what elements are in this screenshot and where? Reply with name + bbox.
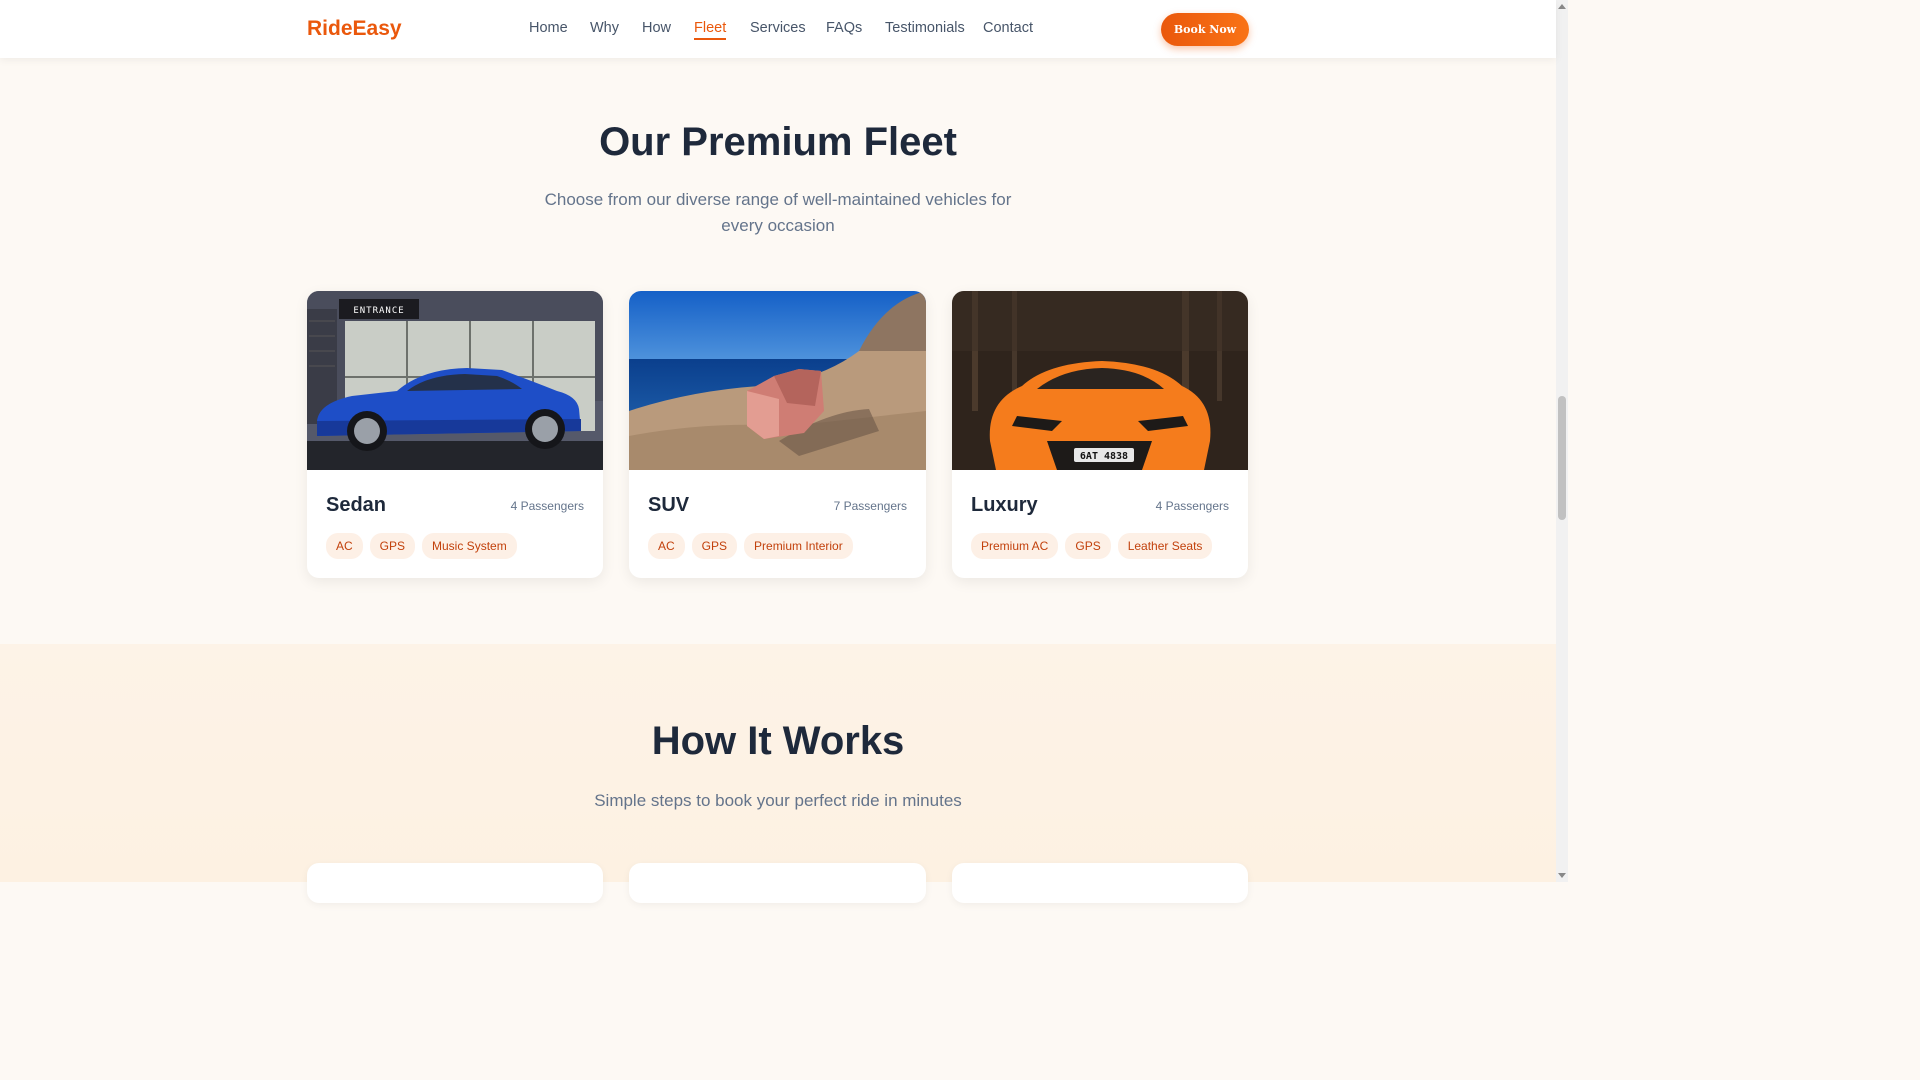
- passenger-count: 4 Passengers: [1155, 499, 1229, 513]
- sedan-card-body: Sedan 4 Passengers AC GPS Music System: [307, 470, 603, 578]
- vehicle-name: Sedan: [326, 494, 387, 516]
- how-subtitle: Simple steps to book your perfect ride i…: [594, 791, 962, 810]
- passenger-count: 4 Passengers: [510, 499, 584, 513]
- entrance-sign-text: ENTRANCE: [353, 306, 404, 316]
- blue-sedan-photo: ENTRANCE: [307, 291, 603, 470]
- feature-tag: AC: [648, 533, 685, 559]
- step-card: [952, 863, 1248, 903]
- navbar: RideEasy Home Why How Fleet Services FAQ…: [0, 0, 1556, 58]
- feature-tags: Premium AC GPS Leather Seats: [971, 533, 1213, 559]
- step-card: [307, 863, 603, 903]
- fleet-card-sedan[interactable]: ENTRANCE Sedan 4 Passengers AC GPS Music…: [307, 291, 603, 578]
- feature-tag: AC: [326, 533, 363, 559]
- armchair-by-sea-photo: [629, 291, 926, 470]
- nav-link-testimonials[interactable]: Testimonials: [885, 20, 965, 36]
- scroll-up-icon[interactable]: [1558, 4, 1566, 9]
- passenger-count: 7 Passengers: [833, 499, 907, 513]
- nav-link-services[interactable]: Services: [750, 20, 806, 36]
- feature-tag: Music System: [422, 533, 517, 559]
- fleet-card-suv[interactable]: SUV 7 Passengers AC GPS Premium Interior: [629, 291, 926, 578]
- feature-tags: AC GPS Premium Interior: [648, 533, 853, 559]
- suv-card-body: SUV 7 Passengers AC GPS Premium Interior: [629, 470, 926, 578]
- luxury-image: 6AT 4838: [952, 291, 1248, 470]
- feature-tag: Leather Seats: [1117, 533, 1213, 559]
- fleet-section: Our Premium Fleet Choose from our divers…: [0, 58, 1556, 644]
- nav-link-contact[interactable]: Contact: [983, 20, 1033, 36]
- how-title: How It Works: [651, 719, 905, 763]
- nav-link-faqs[interactable]: FAQs: [826, 20, 862, 36]
- feature-tags: AC GPS Music System: [326, 533, 517, 559]
- nav-link-home[interactable]: Home: [529, 20, 568, 36]
- feature-tag: Premium AC: [971, 533, 1059, 559]
- fleet-title: Our Premium Fleet: [599, 120, 957, 164]
- vehicle-name: Luxury: [971, 494, 1038, 516]
- nav-link-why[interactable]: Why: [590, 20, 619, 36]
- step-card: [629, 863, 926, 903]
- feature-tag: GPS: [369, 533, 416, 559]
- license-plate-text: 6AT 4838: [1080, 451, 1128, 462]
- scroll-thumb[interactable]: [1558, 396, 1566, 520]
- feature-tag: Premium Interior: [744, 533, 853, 559]
- feature-tag: GPS: [691, 533, 738, 559]
- nav-link-fleet[interactable]: Fleet: [694, 20, 727, 40]
- orange-sports-car-photo: 6AT 4838: [952, 291, 1248, 470]
- scroll-down-icon[interactable]: [1558, 873, 1566, 878]
- how-it-works-section: How It Works Simple steps to book your p…: [0, 644, 1556, 903]
- fleet-subtitle-text: Choose from our diverse range of well-ma…: [544, 190, 1012, 235]
- feature-tag: GPS: [1065, 533, 1111, 559]
- suv-image: [629, 291, 926, 470]
- page-scrollbar[interactable]: [1556, 0, 1568, 882]
- luxury-card-body: Luxury 4 Passengers Premium AC GPS Leath…: [952, 470, 1248, 578]
- brand-logo[interactable]: RideEasy: [307, 17, 402, 41]
- fleet-card-luxury[interactable]: 6AT 4838 Luxury 4 Passengers Premium AC …: [952, 291, 1248, 578]
- vehicle-name: SUV: [648, 494, 690, 516]
- nav-link-how[interactable]: How: [642, 20, 671, 36]
- sedan-image: ENTRANCE: [307, 291, 603, 470]
- fleet-subtitle: Choose from our diverse range of well-ma…: [0, 187, 1556, 239]
- book-now-button[interactable]: Book Now: [1161, 13, 1249, 46]
